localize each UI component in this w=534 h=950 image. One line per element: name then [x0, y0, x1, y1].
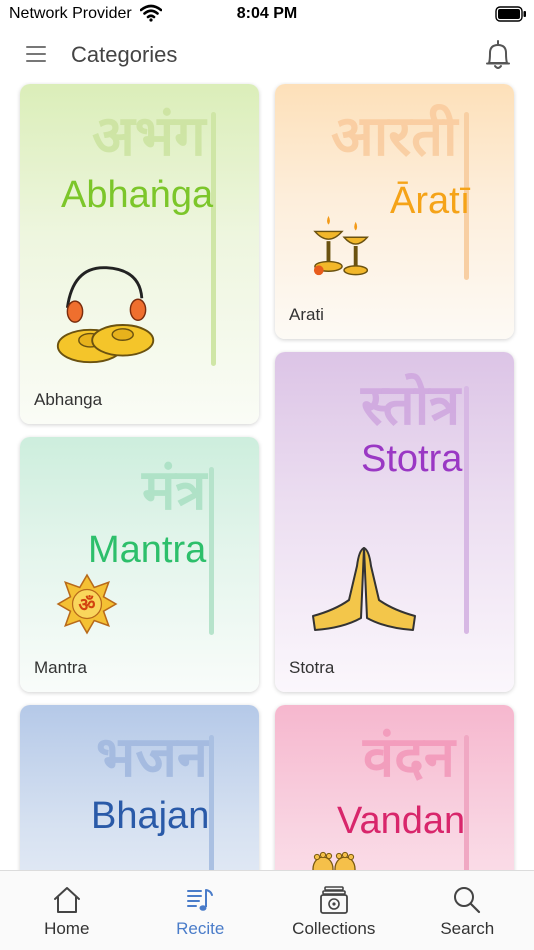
category-card-mantra[interactable]: मंत्र Mantra ॐ Mantra: [20, 437, 259, 692]
nav-collections[interactable]: Collections: [267, 871, 401, 950]
card-label: Stotra: [289, 658, 335, 677]
menu-bar-icon: [26, 53, 46, 55]
collections-icon: [319, 886, 348, 914]
page-title: Categories: [71, 42, 178, 67]
battery-icon: [495, 6, 526, 22]
card-script-title: भजन: [96, 725, 208, 790]
home-icon: [53, 887, 80, 913]
om-icon: ॐ: [56, 573, 118, 635]
card-roman-title: Stotra: [361, 438, 463, 480]
card-script-title: मंत्र: [142, 458, 207, 523]
nav-home[interactable]: Home: [0, 871, 134, 950]
nav-search[interactable]: Search: [401, 871, 534, 950]
bottom-nav: Home Recite Collections Search: [0, 870, 534, 950]
nav-label: Search: [440, 919, 495, 938]
app-header: Categories: [0, 30, 534, 82]
feet-icon: [312, 851, 356, 870]
category-card-arati[interactable]: आरती Āratī Arati: [275, 84, 514, 339]
card-script-title: अभंग: [92, 104, 206, 169]
menu-button[interactable]: [26, 46, 46, 64]
folded-hands-icon: [312, 547, 416, 631]
card-script-title: वंदन: [363, 725, 455, 790]
card-roman-title: Āratī: [390, 180, 471, 222]
card-roman-title: Abhaṅga: [61, 174, 214, 216]
card-label: Arati: [289, 305, 324, 324]
recite-icon: [187, 889, 214, 911]
lamp-icon: [313, 215, 369, 276]
status-time: 8:04 PM: [236, 5, 298, 22]
card-roman-title: Vandan: [337, 800, 466, 842]
card-label: Mantra: [34, 658, 87, 677]
nav-label: Collections: [292, 919, 376, 938]
card-stem-decoration: [209, 467, 214, 635]
status-bar: Network Provider 8:04 PM: [0, 0, 534, 30]
card-stem-decoration: [211, 112, 216, 366]
card-label: Abhanga: [34, 390, 103, 409]
menu-bar-icon: [26, 46, 46, 48]
category-card-vandan[interactable]: वंदन Vandan: [275, 705, 514, 870]
svg-text:ॐ: ॐ: [79, 595, 96, 616]
category-grid: अभंग Abhaṅga Abhanga आरती Āratī Arati स्…: [0, 82, 534, 870]
category-card-abhanga[interactable]: अभंग Abhaṅga Abhanga: [20, 84, 259, 424]
card-stem-decoration: [464, 386, 469, 634]
card-roman-title: Bhajan: [91, 795, 210, 837]
card-script-title: आरती: [331, 104, 458, 169]
card-stem-decoration: [209, 735, 214, 870]
cymbals-icon: [56, 266, 155, 364]
nav-label: Recite: [176, 919, 225, 938]
category-card-stotra[interactable]: स्तोत्र Stotra Stotra: [275, 352, 514, 692]
notification-bell-icon[interactable]: [484, 39, 512, 71]
nav-recite[interactable]: Recite: [134, 871, 268, 950]
menu-bar-icon: [26, 60, 46, 62]
category-card-bhajan[interactable]: भजन Bhajan: [20, 705, 259, 870]
card-script-title: स्तोत्र: [361, 373, 461, 438]
search-icon: [454, 887, 481, 914]
nav-label: Home: [44, 919, 90, 938]
card-roman-title: Mantra: [88, 529, 207, 571]
